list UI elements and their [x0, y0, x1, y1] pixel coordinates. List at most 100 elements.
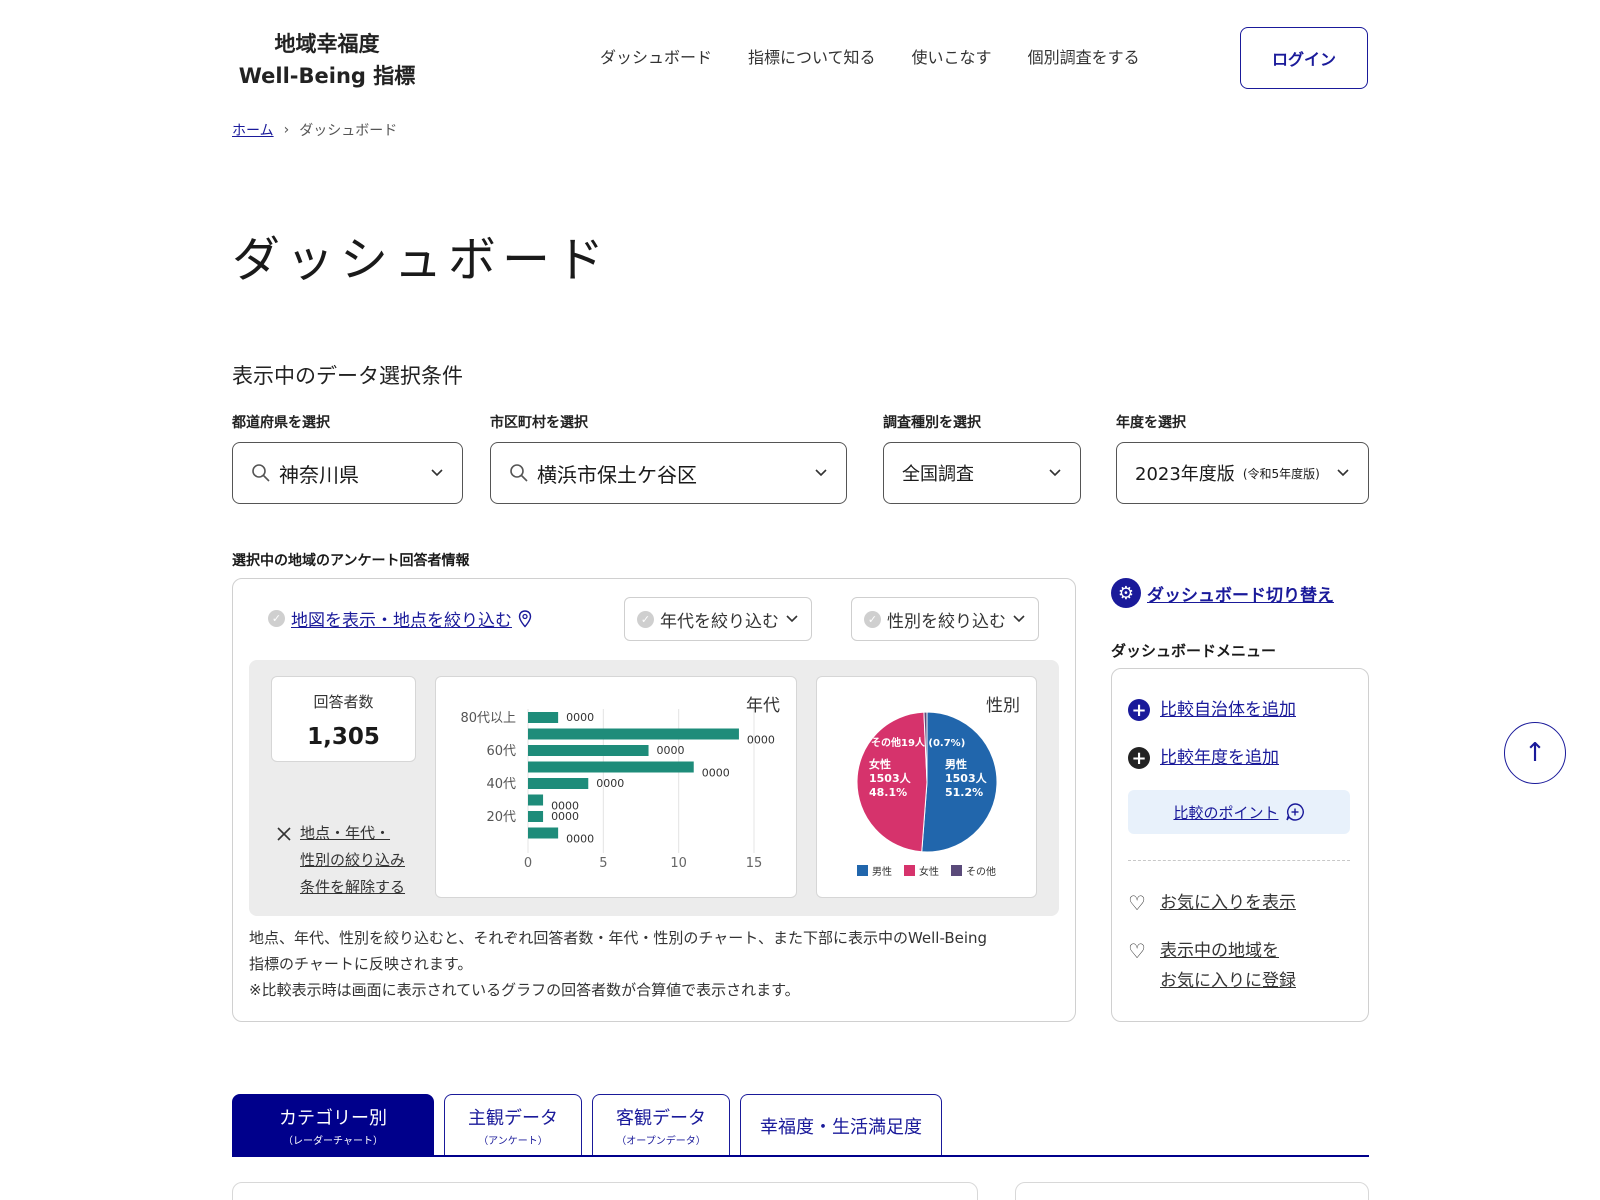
dashboard-menu-title: ダッシュボードメニュー: [1111, 642, 1277, 660]
dashboard-switch-link[interactable]: ⚙ ダッシュボード切り替え: [1111, 578, 1334, 608]
bottom-card-left: [232, 1182, 978, 1200]
clear-filters-link[interactable]: 地点・年代・ 性別の絞り込み 条件を解除する: [276, 820, 405, 901]
tab-category[interactable]: カテゴリー別 （レーダーチャート）: [232, 1094, 434, 1156]
age-bar: [528, 811, 544, 822]
sex-filter-button[interactable]: ✓ 性別を絞り込む: [851, 597, 1039, 641]
logo-line2: Well-Being 指標: [238, 64, 416, 88]
pie-label-male-count: 1503人: [945, 771, 988, 785]
page-title: ダッシュボード: [232, 232, 611, 288]
age-filter-button[interactable]: ✓ 年代を絞り込む: [624, 597, 812, 641]
clear-filters-line3: 条件を解除する: [300, 878, 406, 896]
city-value: 横浜市保土ケ谷区: [537, 462, 697, 487]
tab-subjective-sub: （アンケート）: [478, 1136, 548, 1147]
comparison-point-button[interactable]: 比較のポイント: [1128, 790, 1350, 834]
legend-swatch: [951, 865, 962, 876]
age-chart-box: 年代 0 5 10 15 0000 80代以上 0000 0000 60代 0000 0000 40代…: [435, 676, 797, 898]
x-tick-label: 5: [599, 856, 607, 871]
age-bar-data-label: 0000: [702, 767, 730, 780]
prefecture-label: 都道府県を選択: [232, 415, 330, 431]
tab-objective-label: 客観データ: [616, 1108, 706, 1129]
age-bar-data-label: 0000: [657, 744, 685, 757]
respondent-count-label: 回答者数: [313, 693, 374, 711]
breadcrumb-home[interactable]: ホーム: [232, 120, 274, 140]
x-tick-label: 15: [746, 856, 763, 871]
show-favorites-label: お気に入りを表示: [1160, 893, 1296, 913]
comparison-point-label: 比較のポイント: [1173, 803, 1279, 822]
close-icon: [277, 827, 291, 841]
survey-select[interactable]: 全国調査: [883, 442, 1081, 504]
respondent-count-value: 1,305: [307, 724, 380, 750]
heart-icon: ♡: [1128, 891, 1146, 915]
chevron-down-icon: [786, 615, 798, 623]
search-icon: [252, 464, 270, 482]
sex-filter-label: 性別を絞り込む: [887, 611, 1006, 632]
breadcrumb: ホーム › ダッシュボード: [232, 120, 397, 140]
map-pin-icon: [518, 609, 532, 628]
register-favorite-button[interactable]: ♡ 表示中の地域を お気に入りに登録: [1128, 936, 1296, 996]
chevron-down-icon: [1049, 469, 1061, 477]
legend-swatch: [857, 865, 868, 876]
sex-pie-chart: 男性1503人51.2%女性1503人48.1%その他19人 (0.7%)男性女…: [856, 711, 998, 878]
tab-subjective-label: 主観データ: [468, 1108, 558, 1129]
breadcrumb-separator-icon: ›: [283, 122, 290, 138]
check-icon: ✓: [864, 610, 881, 628]
legend-label: 女性: [919, 865, 939, 878]
age-bar: [528, 827, 559, 839]
survey-label: 調査種別を選択: [883, 415, 981, 431]
menu-divider: [1128, 860, 1350, 861]
age-bar: [528, 778, 589, 789]
nav-individual-survey[interactable]: 個別調査をする: [1028, 44, 1140, 68]
scroll-to-top-button[interactable]: ↑: [1504, 722, 1566, 784]
heart-plus-icon: ♡: [1128, 939, 1146, 963]
login-button[interactable]: ログイン: [1240, 27, 1368, 89]
nav-how-to-use[interactable]: 使いこなす: [912, 44, 992, 68]
year-value: 2023年度版: [1135, 464, 1235, 485]
note-line1: 地点、年代、性別を絞り込むと、それぞれ回答者数・年代・性別のチャート、また下部に…: [249, 929, 988, 947]
tab-objective-sub: （オープンデータ）: [616, 1136, 706, 1147]
arrow-up-icon: ↑: [1524, 738, 1546, 768]
year-label: 年度を選択: [1116, 415, 1186, 431]
tab-wellbeing[interactable]: 幸福度・生活満足度: [740, 1094, 942, 1156]
conditions-title: 表示中のデータ選択条件: [232, 364, 463, 388]
add-municipality-button[interactable]: + 比較自治体を追加: [1128, 695, 1296, 725]
pie-label-female-count: 1503人: [869, 771, 912, 785]
map-filter-label: 地図を表示・地点を絞り込む: [291, 611, 512, 631]
nav-dashboard[interactable]: ダッシュボード: [600, 44, 712, 68]
age-category-label: 40代: [486, 777, 516, 792]
survey-value: 全国調査: [902, 464, 974, 485]
pie-label-female-name: 女性: [869, 757, 891, 771]
show-favorites-button[interactable]: ♡ お気に入りを表示: [1128, 888, 1296, 918]
city-label: 市区町村を選択: [490, 415, 588, 431]
legend-label: 男性: [872, 865, 892, 878]
age-bar-data-label: 0000: [747, 734, 775, 747]
tab-category-sub: （レーダーチャート）: [283, 1136, 383, 1147]
year-select[interactable]: 2023年度版 (令和5年度版): [1116, 442, 1369, 504]
chevron-down-icon: [1337, 469, 1349, 477]
age-bar: [528, 712, 559, 723]
respondents-note: 地点、年代、性別を絞り込むと、それぞれ回答者数・年代・性別のチャート、また下部に…: [249, 925, 1059, 1003]
respondent-count-box: 回答者数 1,305: [271, 676, 416, 762]
clear-filters-line1: 地点・年代・: [300, 824, 391, 842]
prefecture-value: 神奈川県: [279, 462, 359, 487]
tab-objective[interactable]: 客観データ （オープンデータ）: [592, 1094, 730, 1156]
map-filter-link[interactable]: ✓ 地図を表示・地点を絞り込む: [268, 606, 532, 631]
register-favorite-line1: 表示中の地域を: [1160, 941, 1279, 961]
pie-label-male-name: 男性: [945, 757, 967, 771]
tab-underline: [232, 1155, 1369, 1157]
check-icon: ✓: [268, 610, 285, 627]
prefecture-select[interactable]: 神奈川県: [232, 442, 463, 504]
chevron-down-icon: [431, 469, 443, 477]
tab-wellbeing-label: 幸福度・生活満足度: [760, 1116, 922, 1138]
site-logo[interactable]: 地域幸福度 Well-Being 指標: [232, 28, 422, 92]
tab-subjective[interactable]: 主観データ （アンケート）: [444, 1094, 582, 1156]
plus-circle-icon: +: [1128, 747, 1150, 769]
pie-label-other: その他19人 (0.7%): [871, 736, 965, 749]
age-bar-data-label: 0000: [551, 810, 579, 823]
add-year-button[interactable]: + 比較年度を追加: [1128, 743, 1279, 773]
city-select[interactable]: 横浜市保土ケ谷区: [490, 442, 847, 504]
pie-label-male-pct: 51.2%: [945, 786, 983, 799]
x-tick-label: 0: [524, 856, 532, 871]
nav-about-indicators[interactable]: 指標について知る: [748, 44, 876, 68]
age-bar-data-label: 0000: [566, 833, 594, 846]
plus-circle-icon: +: [1128, 699, 1150, 721]
